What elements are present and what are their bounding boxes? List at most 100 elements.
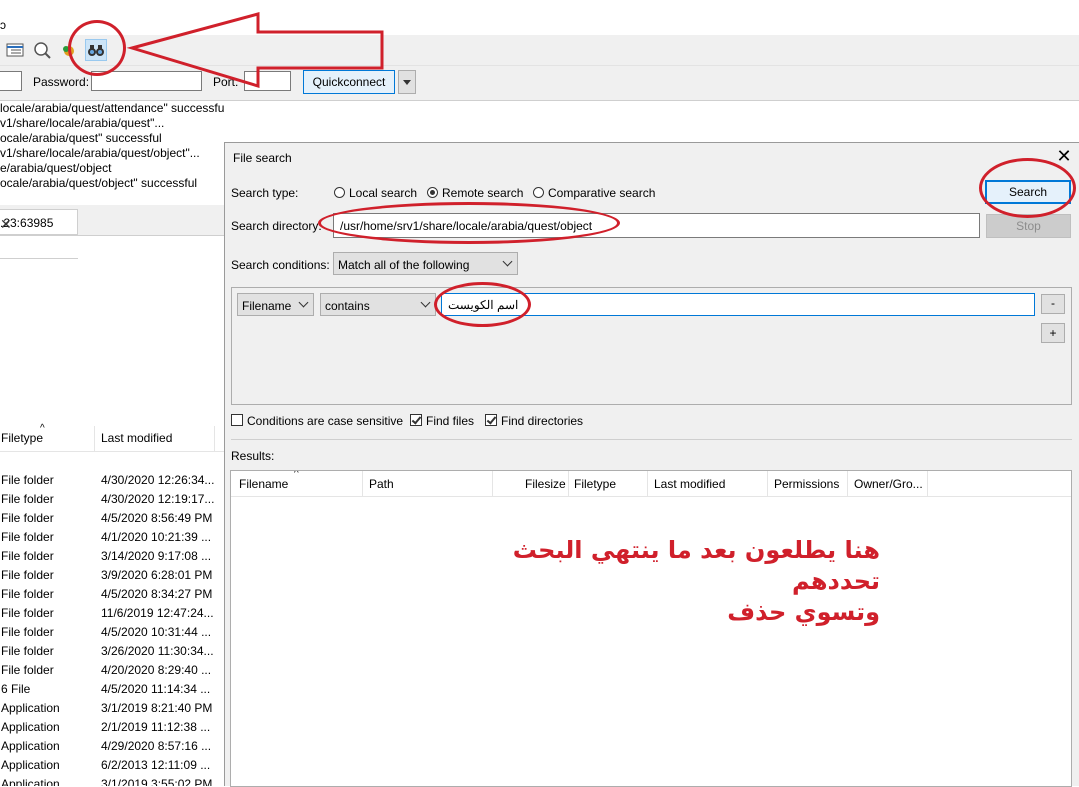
file-type: File folder	[1, 644, 54, 658]
list-item[interactable]: Application 6/2/2013 12:11:09 ...	[0, 755, 224, 774]
local-search-label[interactable]: Local search	[349, 186, 417, 200]
column-separator[interactable]	[492, 471, 493, 496]
condition-field-select[interactable]: Filename	[237, 293, 314, 316]
column-owner-group[interactable]: Owner/Gro...	[854, 477, 923, 491]
quickconnect-dropdown[interactable]	[398, 70, 416, 94]
file-type: File folder	[1, 663, 54, 677]
chevron-down-icon	[502, 256, 513, 267]
find-directories-label[interactable]: Find directories	[501, 414, 583, 428]
dialog-title: File search	[233, 151, 292, 165]
column-filename[interactable]: Filename	[239, 477, 288, 491]
annotation-note-line: هنا يطلعون بعد ما ينتهي البحث تحددهم	[512, 536, 880, 595]
results-list[interactable]: Filename ^ Path Filesize Filetype Last m…	[230, 470, 1072, 787]
file-modified: 4/1/2020 10:21:39 ...	[101, 530, 212, 544]
case-sensitive-label[interactable]: Conditions are case sensitive	[247, 414, 403, 428]
find-files-label[interactable]: Find files	[426, 414, 474, 428]
site-tab[interactable]: .23:63985 ✕	[0, 209, 78, 235]
radio-remote-search[interactable]	[427, 187, 438, 198]
file-modified: 4/30/2020 12:19:17...	[101, 492, 215, 506]
find-files-checkbox[interactable]	[410, 414, 422, 426]
file-type: 6 File	[1, 682, 31, 696]
file-modified: 3/26/2020 11:30:34...	[101, 644, 214, 658]
file-modified: 4/5/2020 10:31:44 ...	[101, 625, 212, 639]
file-modified: 3/1/2019 8:21:40 PM	[101, 701, 213, 715]
list-item[interactable]: File folder 4/5/2020 10:31:44 ...	[0, 622, 224, 641]
list-item[interactable]: File folder 4/5/2020 8:34:27 PM	[0, 584, 224, 603]
column-separator[interactable]	[568, 471, 569, 496]
file-type: File folder	[1, 511, 54, 525]
file-type: Application	[1, 758, 60, 772]
radio-local-search[interactable]	[334, 187, 345, 198]
sort-arrow-icon: ^	[40, 423, 45, 434]
column-separator[interactable]	[94, 426, 95, 451]
condition-operator-select[interactable]: contains	[320, 293, 436, 316]
user-field[interactable]	[0, 71, 22, 91]
password-label: Password:	[33, 75, 90, 89]
column-last-modified[interactable]: Last modified	[654, 477, 725, 491]
highlight-ring-condition	[434, 282, 531, 327]
column-filetype[interactable]: Filetype	[1, 431, 43, 445]
column-separator[interactable]	[362, 471, 363, 496]
add-condition-button[interactable]: +	[1041, 323, 1065, 343]
log-line: ocale/arabia/quest/object" successful	[0, 176, 198, 190]
column-separator[interactable]	[647, 471, 648, 496]
list-item[interactable]: File folder 3/26/2020 11:30:34...	[0, 641, 224, 660]
list-item[interactable]: File folder 4/1/2020 10:21:39 ...	[0, 527, 224, 546]
column-last-modified[interactable]: Last modified	[101, 431, 172, 445]
column-filetype[interactable]: Filetype	[574, 477, 616, 491]
column-separator[interactable]	[927, 471, 928, 496]
search-conditions-label: Search conditions:	[231, 258, 330, 272]
search-directory-label: Search directory:	[231, 219, 322, 233]
highlight-ring-directory	[318, 202, 620, 244]
highlight-ring-search	[979, 158, 1076, 218]
log-line: e/arabia/quest/object	[0, 161, 112, 175]
file-modified: 4/5/2020 11:14:34 ...	[101, 682, 211, 696]
chevron-down-icon	[420, 297, 431, 308]
log-line: ocale/arabia/quest" successful	[0, 131, 162, 145]
column-separator[interactable]	[214, 426, 215, 451]
remote-search-label[interactable]: Remote search	[442, 186, 523, 200]
find-directories-checkbox[interactable]	[485, 414, 497, 426]
column-filesize[interactable]: Filesize	[525, 477, 566, 491]
file-type: File folder	[1, 587, 54, 601]
list-item[interactable]: File folder 3/14/2020 9:17:08 ...	[0, 546, 224, 565]
log-line: locale/arabia/quest/attendance" successf…	[0, 101, 224, 115]
file-type: Application	[1, 777, 60, 786]
queue-view-icon[interactable]	[4, 39, 26, 61]
search-conditions-select[interactable]: Match all of the following	[333, 252, 518, 275]
file-type: File folder	[1, 625, 54, 639]
list-item[interactable]: File folder 4/30/2020 12:26:34...	[0, 470, 224, 489]
list-item[interactable]: Application 2/1/2019 11:12:38 ...	[0, 717, 224, 736]
file-modified: 6/2/2013 12:11:09 ...	[101, 758, 211, 772]
list-item[interactable]: File folder 4/30/2020 12:19:17...	[0, 489, 224, 508]
comparative-search-label[interactable]: Comparative search	[548, 186, 655, 200]
remove-condition-button[interactable]: -	[1041, 294, 1065, 314]
list-item[interactable]: Application 3/1/2019 3:55:02 PM	[0, 774, 224, 786]
log-line: v1/share/locale/arabia/quest/object"...	[0, 146, 200, 160]
chevron-down-icon	[298, 297, 309, 308]
list-item[interactable]: 6 File 4/5/2020 11:14:34 ...	[0, 679, 224, 698]
file-type: File folder	[1, 568, 54, 582]
search-file-icon[interactable]	[31, 39, 53, 61]
highlight-ring-binoculars	[68, 20, 126, 76]
column-separator[interactable]	[847, 471, 848, 496]
list-item[interactable]: File folder 11/6/2019 12:47:24...	[0, 603, 224, 622]
column-separator[interactable]	[767, 471, 768, 496]
list-item[interactable]: File folder 4/5/2020 8:56:49 PM	[0, 508, 224, 527]
close-icon[interactable]: ✕	[0, 216, 12, 233]
close-icon[interactable]: ✕	[1054, 146, 1074, 166]
list-item[interactable]: Application 3/1/2019 8:21:40 PM	[0, 698, 224, 717]
case-sensitive-checkbox[interactable]	[231, 414, 243, 426]
radio-comparative-search[interactable]	[533, 187, 544, 198]
annotation-arrow	[126, 12, 384, 89]
sort-arrow-icon: ^	[294, 470, 299, 479]
conditions-panel: Filename contains اسم الكويست - +	[231, 287, 1072, 405]
search-conditions-value: Match all of the following	[338, 258, 470, 272]
column-path[interactable]: Path	[369, 477, 394, 491]
list-item[interactable]: File folder 3/9/2020 6:28:01 PM	[0, 565, 224, 584]
list-item[interactable]: Application 4/29/2020 8:57:16 ...	[0, 736, 224, 755]
column-permissions[interactable]: Permissions	[774, 477, 839, 491]
list-item[interactable]: File folder 4/20/2020 8:29:40 ...	[0, 660, 224, 679]
file-type: Application	[1, 739, 60, 753]
log-line: v1/share/locale/arabia/quest"...	[0, 116, 165, 130]
